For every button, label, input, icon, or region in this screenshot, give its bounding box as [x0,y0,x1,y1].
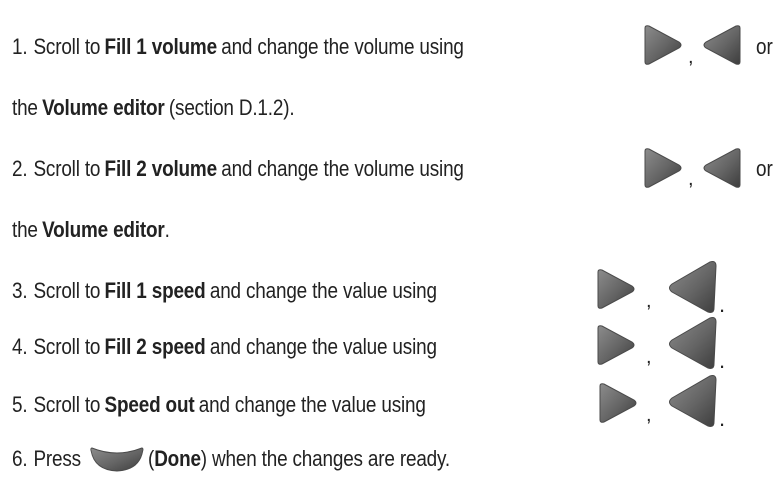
left-arrow-key-icon [669,261,717,313]
left-arrow-key-icon [703,148,741,188]
step-number: 4. [12,334,28,359]
step-text: . [164,217,170,242]
step-text: Press [33,446,81,471]
instruction-1: 1. Scroll to Fill 1 volume and change th… [12,27,464,67]
step-text: (section D.1.2). [168,95,295,120]
separator: , [646,290,652,312]
step-text: the [12,95,38,120]
field-name: Fill 2 speed [104,334,206,359]
left-arrow-key-icon [703,25,741,65]
step-text: Scroll to [33,34,101,59]
separator: , [688,46,694,68]
step-text: and change the value using [198,392,426,417]
right-arrow-key-icon [644,25,682,65]
step-text: Scroll to [33,392,101,417]
field-name: Fill 2 volume [104,156,218,181]
step-text: and change the volume using [221,34,464,59]
field-name: Fill 1 speed [104,278,206,303]
instruction-5: 5. Scroll to Speed out and change the va… [12,385,426,425]
period: . [719,292,726,317]
step-text: or [756,34,773,59]
step-text: Scroll to [33,278,101,303]
step-number: 1. [12,34,28,59]
separator: , [688,168,694,190]
step-text: Scroll to [33,156,101,181]
step-text: ) when the changes are ready. [200,446,450,471]
right-arrow-key-icon [597,325,635,365]
step-text: Scroll to [33,334,101,359]
step-text: or [756,156,773,181]
right-arrow-key-icon [597,269,635,309]
period: . [719,348,726,373]
instruction-3: 3. Scroll to Fill 1 speed and change the… [12,271,437,311]
left-arrow-key-icon [669,317,717,369]
step-number: 2. [12,156,28,181]
step-number: 5. [12,392,28,417]
field-name: Done [154,446,201,471]
separator: , [646,404,652,426]
right-arrow-key-icon [644,148,682,188]
instruction-2: 2. Scroll to Fill 2 volume and change th… [12,149,464,189]
period: . [719,406,726,431]
step-text: and change the volume using [221,156,464,181]
field-name: Fill 1 volume [104,34,218,59]
step-number: 6. [12,446,28,471]
done-key-icon [90,447,144,472]
separator: , [646,346,652,368]
instruction-4: 4. Scroll to Fill 2 speed and change the… [12,327,437,367]
field-name: Volume editor [42,95,165,120]
right-arrow-key-icon [599,383,637,423]
step-number: 3. [12,278,28,303]
field-name: Volume editor [42,217,165,242]
field-name: Speed out [104,392,195,417]
left-arrow-key-icon [669,375,717,427]
step-text: and change the value using [209,334,437,359]
step-text: the [12,217,38,242]
instruction-2-continued: the Volume editor . [12,210,170,250]
instruction-1-continued: the Volume editor (section D.1.2). [12,88,295,128]
instruction-6: 6. Press ( Done ) when the changes are r… [12,439,450,479]
step-text: and change the value using [209,278,437,303]
